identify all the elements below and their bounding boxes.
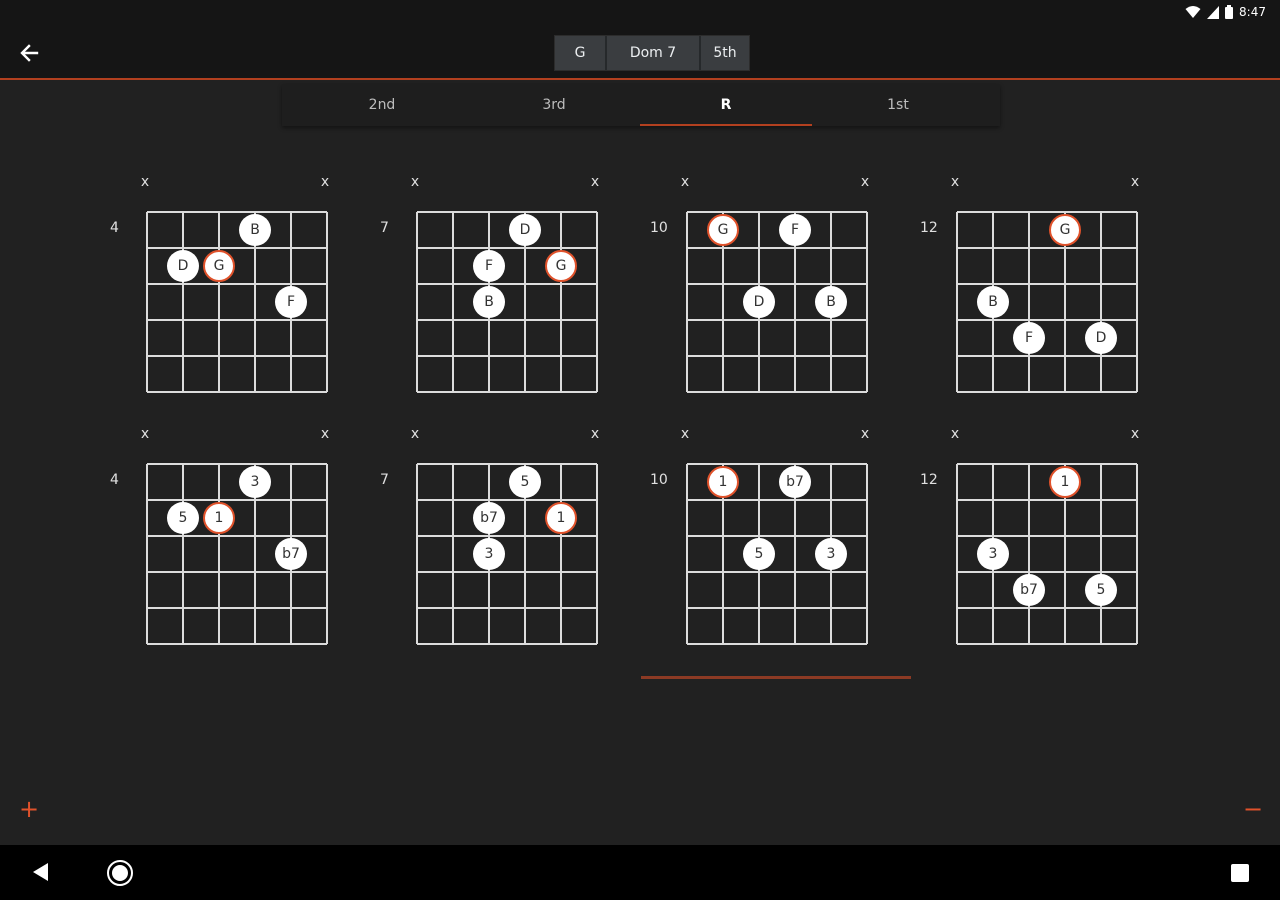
note-marker[interactable]: b7 [275, 538, 307, 570]
muted-string-marker: x [140, 174, 150, 190]
note-marker[interactable]: D [743, 286, 775, 318]
nav-back-icon[interactable] [28, 859, 54, 885]
status-time: 8:47 [1239, 5, 1266, 19]
muted-string-marker: x [140, 426, 150, 442]
root-note-marker[interactable]: 1 [203, 502, 235, 534]
muted-string-marker: x [320, 174, 330, 190]
app-bar: G Dom 7 5th [0, 28, 1280, 80]
note-marker[interactable]: 5 [743, 538, 775, 570]
fretboard-grid [416, 463, 598, 645]
note-marker[interactable]: F [473, 250, 505, 282]
note-marker[interactable]: 3 [239, 466, 271, 498]
muted-string-marker: x [320, 426, 330, 442]
chord-diagram-intervals-3[interactable]: 10 x x 1 b7 5 3 [650, 426, 869, 682]
muted-string-marker: x [590, 174, 600, 190]
root-note-marker[interactable]: 1 [545, 502, 577, 534]
fret-number: 12 [920, 472, 938, 488]
muted-string-marker: x [1130, 426, 1140, 442]
fretboard-grid [416, 211, 598, 393]
chord-diagram-note-names-1[interactable]: 4 x x B DG F [110, 174, 329, 430]
muted-string-marker: x [950, 174, 960, 190]
page-indicator [641, 676, 911, 679]
fret-number: 7 [380, 472, 389, 488]
root-note-marker[interactable]: G [545, 250, 577, 282]
note-marker[interactable]: B [977, 286, 1009, 318]
muted-string-marker: x [680, 174, 690, 190]
remove-button[interactable]: − [1238, 794, 1268, 824]
fret-number: 4 [110, 220, 119, 236]
nav-home-icon[interactable] [106, 859, 134, 887]
battery-icon [1225, 5, 1234, 19]
root-note-marker[interactable]: G [1049, 214, 1081, 246]
muted-string-marker: x [410, 174, 420, 190]
root-note-marker[interactable]: 1 [1049, 466, 1081, 498]
status-bar: 8:47 [0, 0, 1280, 28]
note-marker[interactable]: D [509, 214, 541, 246]
add-button[interactable]: + [14, 794, 44, 824]
note-marker[interactable]: b7 [1013, 574, 1045, 606]
tab-root[interactable]: R [640, 84, 812, 126]
chord-type-button[interactable]: Dom 7 [607, 36, 701, 70]
status-icons: 8:47 [1185, 5, 1266, 19]
note-marker[interactable]: 3 [815, 538, 847, 570]
arrow-left-icon [20, 44, 39, 62]
chord-diagram-intervals-4[interactable]: 12 x x 1 3 b7 5 [920, 426, 1139, 682]
note-marker[interactable]: B [239, 214, 271, 246]
note-marker[interactable]: B [473, 286, 505, 318]
chord-inversion-button[interactable]: 5th [701, 36, 749, 70]
muted-string-marker: x [860, 174, 870, 190]
nav-recents-icon[interactable] [1228, 861, 1252, 885]
root-note-marker[interactable]: G [203, 250, 235, 282]
fret-number: 12 [920, 220, 938, 236]
tab-2nd[interactable]: 2nd [296, 84, 468, 126]
note-marker[interactable]: 5 [167, 502, 199, 534]
note-marker[interactable]: 3 [977, 538, 1009, 570]
chord-diagram-intervals-1[interactable]: 4 x x 3 5 1 b7 [110, 426, 329, 682]
fret-number: 4 [110, 472, 119, 488]
note-marker[interactable]: 5 [509, 466, 541, 498]
muted-string-marker: x [410, 426, 420, 442]
note-marker[interactable]: b7 [779, 466, 811, 498]
note-marker[interactable]: 5 [1085, 574, 1117, 606]
fret-number: 10 [650, 220, 668, 236]
fret-number: 10 [650, 472, 668, 488]
chord-selector: G Dom 7 5th [554, 35, 750, 71]
chord-diagram-note-names-2[interactable]: 7 x x DF G B [380, 174, 599, 430]
fret-number: 7 [380, 220, 389, 236]
note-marker[interactable]: F [1013, 322, 1045, 354]
chord-diagram-intervals-2[interactable]: 7 x x 5 b7 1 3 [380, 426, 599, 682]
muted-string-marker: x [680, 426, 690, 442]
tab-3rd[interactable]: 3rd [468, 84, 640, 126]
muted-string-marker: x [860, 426, 870, 442]
inversion-tabs: 2nd 3rd R 1st [282, 84, 1000, 126]
muted-string-marker: x [590, 426, 600, 442]
back-button[interactable] [14, 38, 44, 68]
muted-string-marker: x [1130, 174, 1140, 190]
chord-diagram-note-names-4[interactable]: 12 x x G B F D [920, 174, 1139, 430]
note-marker[interactable]: F [275, 286, 307, 318]
note-marker[interactable]: D [167, 250, 199, 282]
note-marker[interactable]: 3 [473, 538, 505, 570]
chord-root-button[interactable]: G [555, 36, 607, 70]
navigation-bar [0, 845, 1280, 900]
wifi-icon [1185, 6, 1201, 18]
note-marker[interactable]: B [815, 286, 847, 318]
root-note-marker[interactable]: 1 [707, 466, 739, 498]
tab-1st[interactable]: 1st [812, 84, 984, 126]
root-note-marker[interactable]: G [707, 214, 739, 246]
note-marker[interactable]: b7 [473, 502, 505, 534]
chord-diagram-note-names-3[interactable]: 10 x x G F D B [650, 174, 869, 430]
note-marker[interactable]: F [779, 214, 811, 246]
muted-string-marker: x [950, 426, 960, 442]
note-marker[interactable]: D [1085, 322, 1117, 354]
signal-icon [1207, 5, 1220, 19]
